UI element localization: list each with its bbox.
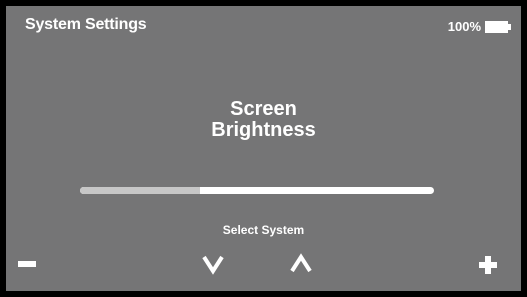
page-title: System Settings bbox=[25, 16, 147, 33]
minus-icon bbox=[18, 261, 36, 267]
heading-line-2: Brightness bbox=[211, 119, 316, 141]
brightness-slider-fill bbox=[80, 187, 201, 194]
battery-icon bbox=[485, 20, 511, 33]
select-system-label: Select System bbox=[222, 223, 305, 237]
heading-line-1: Screen bbox=[230, 98, 297, 120]
decrease-button[interactable] bbox=[18, 258, 38, 270]
brightness-slider[interactable] bbox=[80, 187, 434, 194]
device-frame: System Settings 100% Screen Brightness S… bbox=[0, 0, 527, 297]
up-button[interactable] bbox=[290, 253, 312, 275]
setting-heading: Screen Brightness bbox=[6, 99, 521, 141]
increase-button[interactable] bbox=[479, 256, 497, 274]
chevron-down-icon bbox=[202, 255, 224, 275]
settings-screen: System Settings 100% Screen Brightness S… bbox=[6, 6, 521, 291]
plus-icon bbox=[479, 256, 497, 274]
chevron-up-icon bbox=[290, 253, 312, 273]
down-button[interactable] bbox=[202, 253, 224, 275]
battery-level: 100% bbox=[447, 19, 481, 34]
